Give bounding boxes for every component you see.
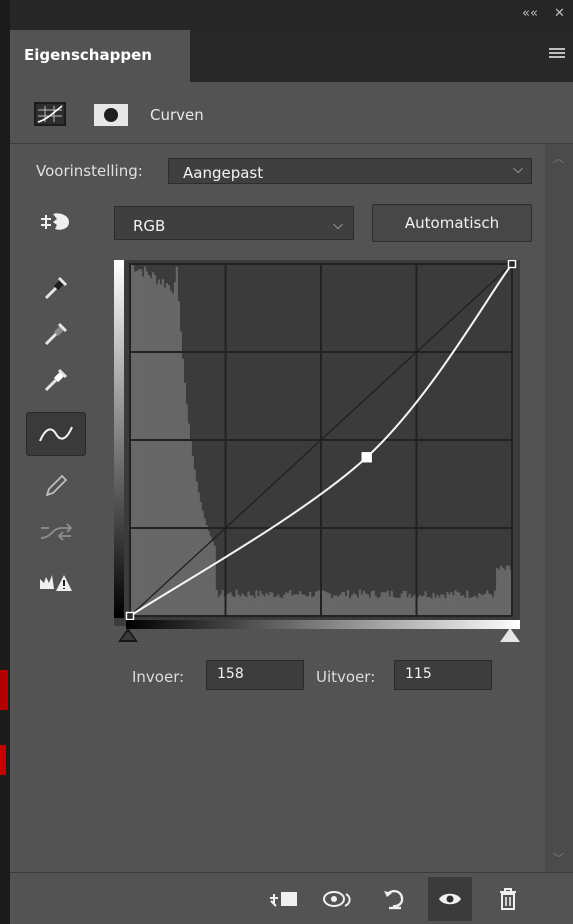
white-point-slider[interactable] [500, 628, 520, 642]
curves-graph[interactable] [114, 259, 520, 626]
input-label: Invoer: [132, 668, 185, 686]
preset-label: Voorinstelling: [36, 162, 143, 180]
reset-icon [384, 890, 404, 910]
chevron-down-icon: ⌵ [333, 218, 343, 233]
on-image-adjust-tool[interactable] [26, 200, 86, 244]
pencil-draw-icon [45, 474, 68, 497]
collapse-panel-icon[interactable]: «« [522, 6, 538, 21]
view-previous-state-button[interactable] [316, 877, 360, 921]
panel-titlebar: «« ✕ [10, 0, 573, 30]
output-value-field[interactable]: 115 [394, 660, 492, 690]
delete-button[interactable] [486, 877, 530, 921]
curves-adjustment-icon[interactable] [34, 102, 66, 126]
scroll-up-icon[interactable]: ︿ [553, 150, 564, 166]
black-point-eyedropper[interactable] [26, 266, 86, 310]
edit-points-tool[interactable] [26, 412, 86, 456]
clip-to-layer-icon [270, 892, 297, 907]
input-value-field[interactable]: 158 [206, 660, 304, 690]
smooth-curve-icon [40, 523, 73, 541]
scroll-down-icon[interactable]: ﹀ [553, 850, 564, 866]
visibility-eye-icon [439, 893, 461, 905]
gray-point-eyedropper-icon [44, 322, 68, 346]
white-point-eyedropper-icon [44, 368, 68, 392]
output-gradient-bar [114, 260, 124, 618]
output-label: Uitvoer: [316, 668, 376, 686]
curve-control-point [361, 452, 372, 463]
tab-properties[interactable]: Eigenschappen [10, 30, 190, 82]
close-panel-icon[interactable]: ✕ [554, 6, 565, 21]
white-point-eyedropper[interactable] [26, 358, 86, 402]
channel-value: RGB [133, 217, 166, 235]
input-gradient-bar [126, 620, 520, 629]
adjustment-header: Curven [10, 82, 573, 144]
black-point-slider[interactable] [118, 628, 138, 642]
curve-control-point [125, 611, 135, 621]
view-previous-state-icon [323, 891, 351, 907]
canvas-red-fragment [0, 670, 8, 710]
canvas-edge [0, 0, 10, 924]
hamburger-menu-icon[interactable] [549, 48, 565, 60]
properties-panel: Curven Voorinstelling: Aangepast ⌵ RGB ⌵… [10, 82, 573, 872]
canvas-red-fragment [0, 745, 6, 775]
clip-to-layer-button[interactable] [262, 877, 306, 921]
clipping-warning-icon [40, 575, 72, 591]
edit-points-curve-icon [39, 426, 73, 442]
preset-dropdown[interactable]: Aangepast ⌵ [168, 158, 532, 184]
pencil-draw-tool[interactable] [26, 464, 86, 508]
curve-canvas [125, 259, 517, 621]
channel-dropdown[interactable]: RGB ⌵ [114, 206, 354, 240]
properties-window: «« ✕ Eigenschappen Curven Voorinstelling… [0, 0, 573, 924]
adjustment-title: Curven [150, 106, 204, 124]
tab-properties-label: Eigenschappen [24, 46, 152, 64]
on-image-adjust-icon [41, 213, 69, 230]
visibility-toggle[interactable] [428, 877, 472, 921]
clipping-warning-tool[interactable] [26, 560, 86, 604]
chevron-down-icon: ⌵ [513, 162, 523, 177]
smooth-curve-tool[interactable] [26, 510, 86, 554]
curve-control-point [507, 259, 517, 269]
gray-point-eyedropper[interactable] [26, 312, 86, 356]
reset-button[interactable] [372, 877, 416, 921]
tab-bar: Eigenschappen [10, 30, 573, 82]
auto-button[interactable]: Automatisch [372, 204, 532, 242]
black-point-eyedropper-icon [44, 276, 68, 300]
delete-trash-icon [500, 888, 516, 910]
panel-scrollbar[interactable]: ︿ ﹀ [545, 144, 573, 872]
preset-value: Aangepast [183, 164, 264, 182]
panel-footer [10, 872, 573, 924]
layer-mask-icon[interactable] [94, 104, 128, 126]
